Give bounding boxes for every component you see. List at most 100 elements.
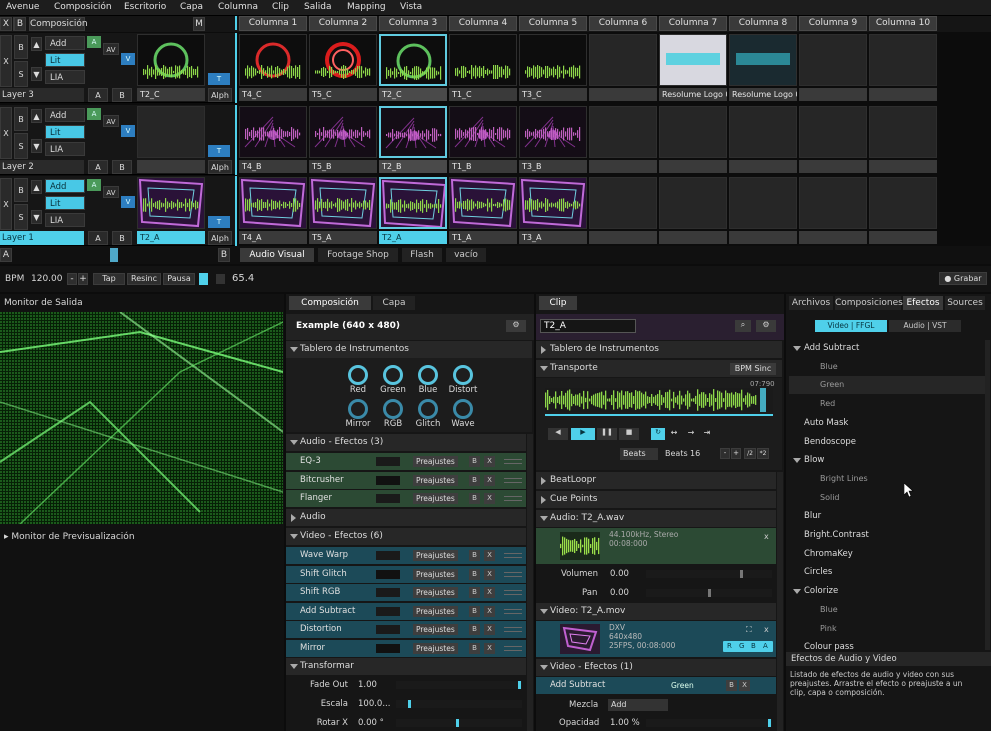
- clip-slot[interactable]: [239, 34, 307, 86]
- tab-efectos[interactable]: Efectos: [903, 296, 943, 310]
- channel-b[interactable]: B: [751, 642, 756, 650]
- effect-slider[interactable]: [376, 457, 400, 466]
- column-header[interactable]: Columna 1: [239, 16, 307, 31]
- clip-slot[interactable]: [239, 177, 307, 229]
- menu-capa[interactable]: Capa: [180, 2, 203, 12]
- drag-handle-icon[interactable]: [504, 627, 522, 633]
- effect-row[interactable]: Mirror Preajustes B X: [286, 640, 526, 657]
- clip-dashboard-header[interactable]: Tablero de Instrumentos: [536, 341, 782, 358]
- effect-slider[interactable]: [376, 475, 400, 485]
- opacity-handle[interactable]: [768, 719, 771, 727]
- beats-plus-button[interactable]: +: [731, 448, 741, 459]
- opacity-value[interactable]: 1.00 %: [610, 718, 640, 728]
- clip-slot[interactable]: [729, 106, 797, 158]
- play-reverse-icon[interactable]: ◀: [548, 428, 568, 440]
- column-header[interactable]: Columna 2: [309, 16, 377, 31]
- video-remove-button[interactable]: x: [764, 625, 769, 634]
- beats-minus-button[interactable]: -: [720, 448, 730, 459]
- transform-header[interactable]: Transformar: [286, 658, 526, 675]
- effect-list-item[interactable]: Green: [789, 376, 987, 395]
- beats-value[interactable]: 16: [690, 449, 700, 458]
- clip-slot[interactable]: [379, 106, 447, 158]
- param-value[interactable]: 1.00: [358, 680, 377, 690]
- layer-transition-toggle[interactable]: T: [208, 73, 230, 85]
- effect-list-item[interactable]: Solid: [789, 489, 987, 507]
- layer-down-icon[interactable]: ▼: [31, 139, 42, 153]
- clip-slot[interactable]: [519, 106, 587, 158]
- layer-a-toggle[interactable]: A: [87, 179, 101, 191]
- beatloopr-header[interactable]: BeatLoopr: [536, 472, 776, 489]
- comp-label[interactable]: Composición: [29, 17, 88, 31]
- layer-blend-option[interactable]: Lit: [45, 53, 85, 67]
- clip-slot[interactable]: [729, 34, 797, 86]
- layer-preview[interactable]: [137, 34, 205, 86]
- channel-g[interactable]: G: [739, 642, 744, 650]
- clip-slot[interactable]: [799, 177, 867, 229]
- pan-handle[interactable]: [708, 589, 711, 597]
- column-header[interactable]: Columna 8: [729, 16, 797, 31]
- layer-a-toggle[interactable]: A: [87, 36, 101, 48]
- layer-clear-button[interactable]: X: [0, 107, 12, 159]
- effect-list-item[interactable]: Red: [789, 395, 987, 413]
- layer-deck-b[interactable]: B: [112, 160, 132, 174]
- layer-down-icon[interactable]: ▼: [31, 67, 42, 81]
- play-once-icon[interactable]: →: [684, 428, 698, 440]
- resync-button[interactable]: Resinc: [127, 273, 161, 285]
- param-value[interactable]: 100.0...: [358, 699, 390, 709]
- beats-mul2-button[interactable]: *2: [757, 448, 769, 459]
- clip-slot[interactable]: [589, 177, 657, 229]
- tab-clip[interactable]: Clip: [539, 296, 577, 310]
- loop-icon[interactable]: ↻: [651, 428, 665, 440]
- clip-slot[interactable]: [659, 34, 727, 86]
- effect-remove-button[interactable]: X: [484, 605, 495, 617]
- param-handle[interactable]: [408, 700, 411, 708]
- layer-av-toggle[interactable]: AV: [103, 186, 119, 198]
- audio-remove-button[interactable]: x: [764, 532, 769, 541]
- layer-up-icon[interactable]: ▲: [31, 109, 42, 123]
- layer-deck-a[interactable]: A: [88, 88, 108, 102]
- layer-v-toggle[interactable]: V: [121, 196, 135, 208]
- effect-bypass-button[interactable]: B: [469, 474, 480, 486]
- knob-mirror[interactable]: [348, 399, 368, 419]
- effect-bypass-button[interactable]: B: [469, 456, 480, 467]
- clip-effect-bypass[interactable]: B: [726, 680, 737, 691]
- clip-slot[interactable]: [309, 106, 377, 158]
- clip-slot[interactable]: [309, 177, 377, 229]
- knob-distort[interactable]: [453, 365, 473, 385]
- video-effects-header[interactable]: Video - Efectos (6): [286, 528, 526, 545]
- clip-slot[interactable]: [379, 34, 447, 86]
- effect-list-item[interactable]: Pink: [789, 620, 987, 638]
- layer-alpha-button[interactable]: Alph: [208, 231, 232, 245]
- clip-slot[interactable]: [799, 34, 867, 86]
- clip-waveform[interactable]: [545, 388, 773, 412]
- tab-audio-vst[interactable]: Audio | VST: [889, 320, 961, 332]
- pause-icon[interactable]: ❚❚: [597, 428, 617, 440]
- layer-blend-option[interactable]: Add: [45, 36, 85, 50]
- effect-slider[interactable]: [376, 625, 400, 635]
- clip-slot[interactable]: [449, 34, 517, 86]
- deck-b-button[interactable]: B: [218, 248, 230, 262]
- play-once-hold-icon[interactable]: ⇥: [700, 428, 714, 440]
- mix-select[interactable]: Add: [608, 699, 668, 711]
- param-handle[interactable]: [518, 681, 521, 689]
- drag-handle-icon[interactable]: [504, 571, 522, 577]
- comp-dashboard-header[interactable]: Tablero de Instrumentos: [286, 341, 532, 358]
- effect-list-item[interactable]: Blur: [789, 507, 987, 525]
- bpm-plus-button[interactable]: +: [78, 273, 88, 285]
- deck-tab-flash[interactable]: Flash: [402, 248, 442, 262]
- layer-clear-button[interactable]: X: [0, 178, 12, 230]
- column-header[interactable]: Columna 6: [589, 16, 657, 31]
- clip-video-effects-header[interactable]: Video - Efectos (1): [536, 659, 776, 676]
- effect-list-item[interactable]: Add Subtract: [789, 339, 987, 357]
- layer-name[interactable]: Layer 2: [0, 160, 84, 174]
- deck-scroll[interactable]: [110, 248, 118, 262]
- layer-av-toggle[interactable]: AV: [103, 43, 119, 55]
- volume-handle[interactable]: [740, 570, 743, 578]
- drag-handle-icon[interactable]: [504, 646, 522, 651]
- layer-down-icon[interactable]: ▼: [31, 210, 42, 224]
- play-forward-icon[interactable]: ▶: [571, 428, 595, 440]
- channel-r[interactable]: R: [727, 642, 732, 650]
- knob-wave[interactable]: [453, 399, 473, 419]
- clip-effect-remove[interactable]: X: [739, 680, 750, 691]
- comp-x-button[interactable]: X: [0, 17, 12, 31]
